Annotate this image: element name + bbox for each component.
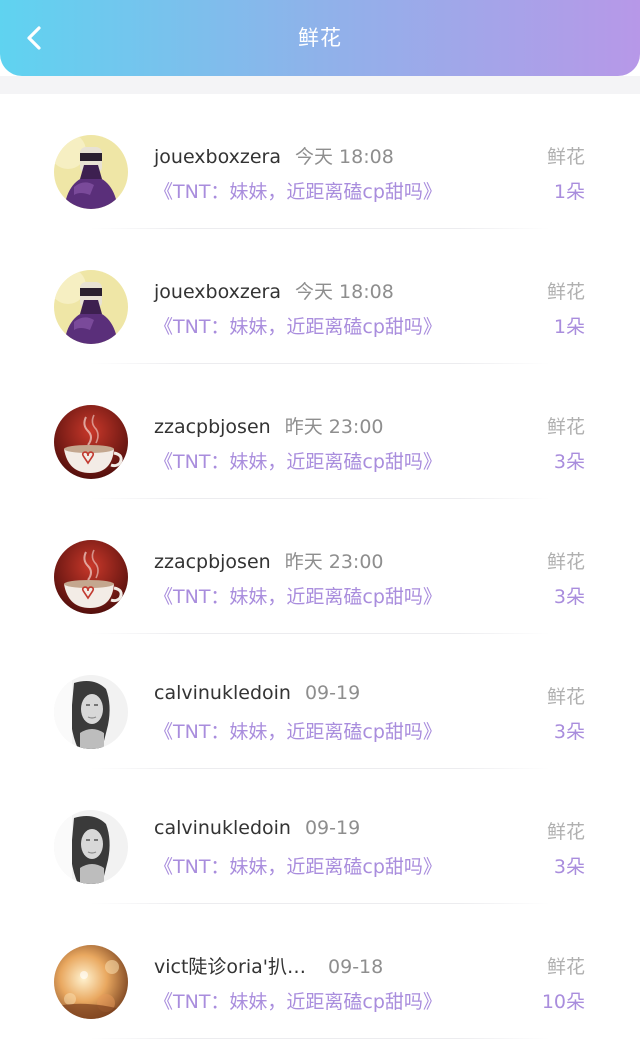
book-title[interactable]: 《TNT：妹妹，近距离磕cp甜吗》 <box>154 852 442 879</box>
flower-count: 1朵 <box>553 181 585 203</box>
gift-type-label: 鲜花 <box>546 956 585 978</box>
timestamp: 昨天 23:00 <box>284 551 384 573</box>
flower-count: 1朵 <box>553 316 585 338</box>
username: calvinukledoin 09-19 <box>154 817 360 839</box>
gift-type-label: 鲜花 <box>546 551 585 573</box>
username: jouexboxzera 今天 18:08 <box>154 277 394 304</box>
flower-count: 10朵 <box>541 991 585 1013</box>
list-item[interactable]: jouexboxzera 今天 18:08 《TNT：妹妹，近距离磕cp甜吗》 鲜… <box>0 94 640 229</box>
timestamp: 今天 18:08 <box>295 281 394 303</box>
avatar[interactable] <box>54 810 128 884</box>
grayscale-girl-avatar-icon <box>54 675 128 749</box>
book-title[interactable]: 《TNT：妹妹，近距离磕cp甜吗》 <box>154 447 442 474</box>
timestamp: 今天 18:08 <box>295 146 394 168</box>
username-text: vict陡诊oria'扒… <box>154 956 307 978</box>
book-title[interactable]: 《TNT：妹妹，近距离磕cp甜吗》 <box>154 987 442 1014</box>
gift-type-label: 鲜花 <box>546 146 585 168</box>
timestamp: 昨天 23:00 <box>284 416 384 438</box>
flower-count: 3朵 <box>553 856 585 878</box>
list-item[interactable]: calvinukledoin 09-19 《TNT：妹妹，近距离磕cp甜吗》 鲜花… <box>0 634 640 769</box>
timestamp: 09-18 <box>328 956 384 978</box>
coffee-cup-avatar-icon <box>54 405 128 479</box>
avatar[interactable] <box>54 540 128 614</box>
header-bar: 鲜花 <box>0 0 640 76</box>
avatar[interactable] <box>54 135 128 209</box>
page-title: 鲜花 <box>298 26 342 50</box>
list-item[interactable]: zzacpbjosen 昨天 23:00 《TNT：妹妹，近距离磕cp甜吗》 鲜花… <box>0 364 640 499</box>
grayscale-girl-avatar-icon <box>54 810 128 884</box>
timestamp: 09-19 <box>304 817 361 839</box>
book-title[interactable]: 《TNT：妹妹，近距离磕cp甜吗》 <box>154 177 442 204</box>
list-item[interactable]: calvinukledoin 09-19 《TNT：妹妹，近距离磕cp甜吗》 鲜花… <box>0 769 640 904</box>
username-text: jouexboxzera <box>154 146 282 168</box>
sunset-bokeh-avatar-icon <box>54 945 128 1019</box>
username: vict陡诊oria'扒… 09-18 <box>154 952 383 979</box>
username-text: zzacpbjosen <box>154 416 271 438</box>
list-item[interactable]: vict陡诊oria'扒… 09-18 《TNT：妹妹，近距离磕cp甜吗》 鲜花 … <box>0 904 640 1039</box>
purple-hoodie-avatar-icon <box>54 135 128 209</box>
timestamp: 09-19 <box>304 682 361 704</box>
gift-type-label: 鲜花 <box>546 686 585 708</box>
avatar[interactable] <box>54 945 128 1019</box>
gift-type-label: 鲜花 <box>546 416 585 438</box>
username: zzacpbjosen 昨天 23:00 <box>154 547 384 574</box>
avatar[interactable] <box>54 675 128 749</box>
purple-hoodie-avatar-icon <box>54 270 128 344</box>
book-title[interactable]: 《TNT：妹妹，近距离磕cp甜吗》 <box>154 582 442 609</box>
gift-type-label: 鲜花 <box>546 281 585 303</box>
book-title[interactable]: 《TNT：妹妹，近距离磕cp甜吗》 <box>154 312 442 339</box>
header-spacer <box>0 76 640 94</box>
flower-record-list: jouexboxzera 今天 18:08 《TNT：妹妹，近距离磕cp甜吗》 鲜… <box>0 94 640 1039</box>
username: calvinukledoin 09-19 <box>154 682 360 704</box>
username: zzacpbjosen 昨天 23:00 <box>154 412 384 439</box>
flower-count: 3朵 <box>553 451 585 473</box>
book-title[interactable]: 《TNT：妹妹，近距离磕cp甜吗》 <box>154 717 442 744</box>
username-text: calvinukledoin <box>154 817 291 839</box>
gift-type-label: 鲜花 <box>546 821 585 843</box>
avatar[interactable] <box>54 405 128 479</box>
username-text: calvinukledoin <box>154 682 291 704</box>
coffee-cup-avatar-icon <box>54 540 128 614</box>
username: jouexboxzera 今天 18:08 <box>154 142 394 169</box>
flower-count: 3朵 <box>553 721 585 743</box>
list-item[interactable]: zzacpbjosen 昨天 23:00 《TNT：妹妹，近距离磕cp甜吗》 鲜花… <box>0 499 640 634</box>
flower-count: 3朵 <box>553 586 585 608</box>
username-text: jouexboxzera <box>154 281 282 303</box>
avatar[interactable] <box>54 270 128 344</box>
list-item[interactable]: jouexboxzera 今天 18:08 《TNT：妹妹，近距离磕cp甜吗》 鲜… <box>0 229 640 364</box>
username-text: zzacpbjosen <box>154 551 271 573</box>
